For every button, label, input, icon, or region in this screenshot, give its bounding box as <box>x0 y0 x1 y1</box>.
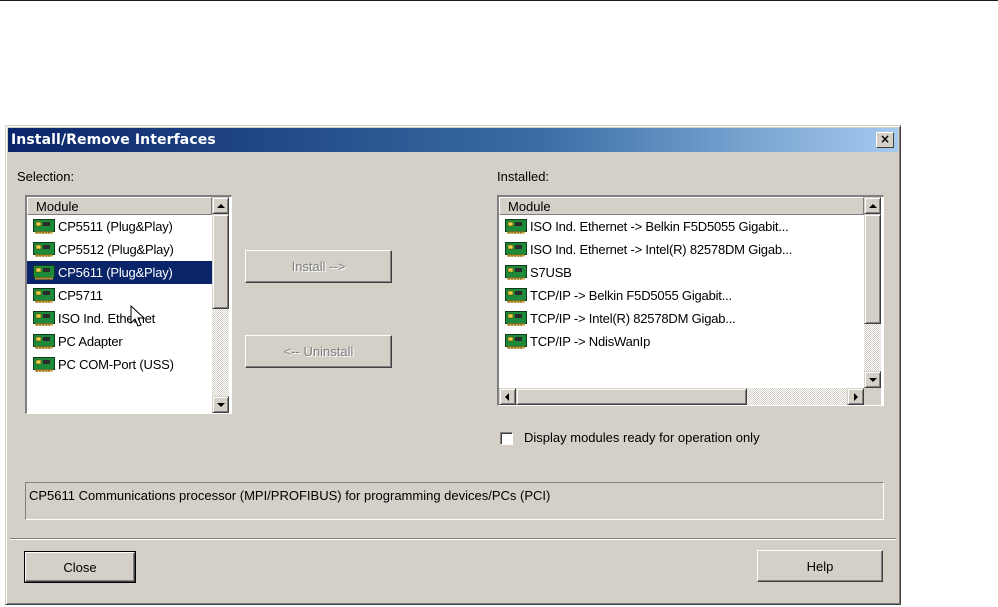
network-card-icon <box>33 311 55 327</box>
installed-list-item-label: ISO Ind. Ethernet -> Intel(R) 82578DM Gi… <box>530 242 793 257</box>
selection-list-item[interactable]: CP5512 (Plug&Play) <box>27 238 212 261</box>
installed-listbox[interactable]: Module ISO Ind. Ethernet -> Belkin F5D50… <box>497 195 884 406</box>
arrow-down-icon <box>869 378 877 382</box>
scrollbar-corner <box>864 388 881 405</box>
arrow-left-icon <box>505 393 509 401</box>
network-card-icon <box>505 219 527 235</box>
ready-modules-checkbox[interactable] <box>500 432 513 445</box>
installed-list-item[interactable]: ISO Ind. Ethernet -> Belkin F5D5055 Giga… <box>499 215 864 238</box>
installed-list-item-label: ISO Ind. Ethernet -> Belkin F5D5055 Giga… <box>530 219 789 234</box>
install-button[interactable]: Install --> <box>245 250 392 283</box>
installed-vertical-scrollbar[interactable] <box>864 197 881 388</box>
mouse-cursor-icon <box>130 305 146 327</box>
installed-horizontal-scrollbar[interactable] <box>499 388 864 405</box>
network-card-icon <box>505 334 527 350</box>
close-button[interactable]: Close <box>24 551 136 583</box>
network-card-icon <box>33 265 55 281</box>
close-icon: × <box>879 132 891 146</box>
scroll-up-button[interactable] <box>212 197 229 214</box>
arrow-up-icon <box>217 204 225 208</box>
selection-list-item[interactable]: ISO Ind. Ethernet <box>27 307 212 330</box>
installed-label: Installed: <box>497 169 550 184</box>
installed-list-item[interactable]: TCP/IP -> Belkin F5D5055 Gigabit... <box>499 284 864 307</box>
page-top-rule <box>0 0 998 1</box>
help-button[interactable]: Help <box>757 550 883 582</box>
installed-list-item-label: TCP/IP -> NdisWanIp <box>530 334 651 349</box>
selection-list-item-label: CP5511 (Plug&Play) <box>58 219 173 234</box>
network-card-icon <box>33 288 55 304</box>
selection-list-item-label: CP5711 <box>58 288 103 303</box>
installed-list-body: ISO Ind. Ethernet -> Belkin F5D5055 Giga… <box>499 215 864 353</box>
selection-list-item-label: PC Adapter <box>58 334 123 349</box>
selection-column-header[interactable]: Module <box>27 197 212 215</box>
network-card-icon <box>33 219 55 235</box>
uninstall-button[interactable]: <-- Uninstall <box>245 335 392 368</box>
install-remove-dialog: Install/Remove Interfaces × Selection: M… <box>5 125 901 605</box>
selection-list-item[interactable]: CP5511 (Plug&Play) <box>27 215 212 238</box>
installed-list-item[interactable]: S7USB <box>499 261 864 284</box>
network-card-icon <box>505 288 527 304</box>
footer-separator <box>10 538 896 540</box>
selection-list-item[interactable]: CP5611 (Plug&Play) <box>27 261 212 284</box>
dialog-title: Install/Remove Interfaces <box>11 132 216 148</box>
installed-list-item-label: S7USB <box>530 265 572 280</box>
installed-column-header[interactable]: Module <box>499 197 864 215</box>
selection-listbox[interactable]: Module CP5511 (Plug&Play) CP5512 (Plug&Pl… <box>25 195 232 414</box>
title-close-button[interactable]: × <box>876 132 894 148</box>
scroll-up-button[interactable] <box>864 197 881 214</box>
selection-list-item[interactable]: PC Adapter <box>27 330 212 353</box>
installed-list-item[interactable]: ISO Ind. Ethernet -> Intel(R) 82578DM Gi… <box>499 238 864 261</box>
network-card-icon <box>33 242 55 258</box>
selection-label: Selection: <box>17 169 75 184</box>
ready-modules-checkbox-label[interactable]: Display modules ready for operation only <box>524 430 760 445</box>
scroll-down-button[interactable] <box>212 396 229 413</box>
selection-vertical-scrollbar[interactable] <box>212 197 229 413</box>
installed-list-item[interactable]: TCP/IP -> Intel(R) 82578DM Gigab... <box>499 307 864 330</box>
scroll-right-button[interactable] <box>847 388 864 405</box>
installed-list-item-label: TCP/IP -> Belkin F5D5055 Gigabit... <box>530 288 732 303</box>
network-card-icon <box>33 334 55 350</box>
installed-list-item[interactable]: TCP/IP -> NdisWanIp <box>499 330 864 353</box>
scroll-thumb[interactable] <box>864 214 881 324</box>
title-bar[interactable]: Install/Remove Interfaces × <box>8 128 898 152</box>
network-card-icon <box>505 311 527 327</box>
arrow-up-icon <box>869 204 877 208</box>
selection-list-item-label: PC COM-Port (USS) <box>58 357 174 372</box>
scroll-down-button[interactable] <box>864 371 881 388</box>
network-card-icon <box>33 357 55 373</box>
selection-list-item[interactable]: PC COM-Port (USS) <box>27 353 212 376</box>
selection-list-item-label: CP5512 (Plug&Play) <box>58 242 174 257</box>
selection-list-item-label: CP5611 (Plug&Play) <box>58 265 173 280</box>
scroll-thumb[interactable] <box>212 214 229 309</box>
scroll-left-button[interactable] <box>499 388 516 405</box>
module-description: CP5611 Communications processor (MPI/PRO… <box>25 482 884 520</box>
arrow-down-icon <box>217 403 225 407</box>
network-card-icon <box>505 242 527 258</box>
installed-list-item-label: TCP/IP -> Intel(R) 82578DM Gigab... <box>530 311 736 326</box>
network-card-icon <box>505 265 527 281</box>
selection-list-body: CP5511 (Plug&Play) CP5512 (Plug&Play) CP56… <box>27 215 212 376</box>
arrow-right-icon <box>854 393 858 401</box>
selection-list-item[interactable]: CP5711 <box>27 284 212 307</box>
scroll-thumb[interactable] <box>516 388 747 405</box>
